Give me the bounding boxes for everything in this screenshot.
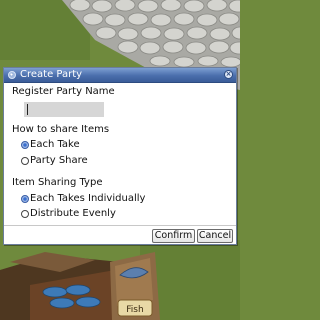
distribute-evenly-label: Distribute Evenly <box>30 208 116 219</box>
window-icon <box>8 71 16 79</box>
radio-unselected-icon <box>21 210 29 218</box>
text-caret <box>27 104 28 115</box>
dialog-divider <box>4 225 236 226</box>
each-take-label: Each Take <box>30 139 80 150</box>
each-takes-individually-radio[interactable]: Each Takes Individually <box>21 193 145 205</box>
fish-stall: Fish <box>0 252 160 320</box>
fish-sign: Fish <box>126 305 143 315</box>
item-sharing-type-label: Item Sharing Type <box>12 177 103 188</box>
distribute-evenly-radio[interactable]: Distribute Evenly <box>21 208 116 220</box>
party-name-input[interactable] <box>24 102 104 117</box>
cancel-button[interactable]: Cancel <box>197 229 233 243</box>
share-items-label: How to share Items <box>12 124 110 135</box>
party-share-radio[interactable]: Party Share <box>21 155 88 167</box>
dialog-titlebar[interactable]: Create Party × <box>4 68 236 83</box>
dialog-title: Create Party <box>20 69 83 80</box>
radio-unselected-icon <box>21 157 29 165</box>
register-party-name-label: Register Party Name <box>12 86 115 97</box>
confirm-button[interactable]: Confirm <box>152 229 195 243</box>
close-icon[interactable]: × <box>224 70 233 79</box>
create-party-dialog: Create Party × Register Party Name How t… <box>3 67 237 245</box>
party-share-label: Party Share <box>30 155 88 166</box>
each-takes-individually-label: Each Takes Individually <box>30 193 146 204</box>
each-take-radio[interactable]: Each Take <box>21 139 80 151</box>
radio-selected-icon <box>21 195 29 203</box>
radio-selected-icon <box>21 141 29 149</box>
